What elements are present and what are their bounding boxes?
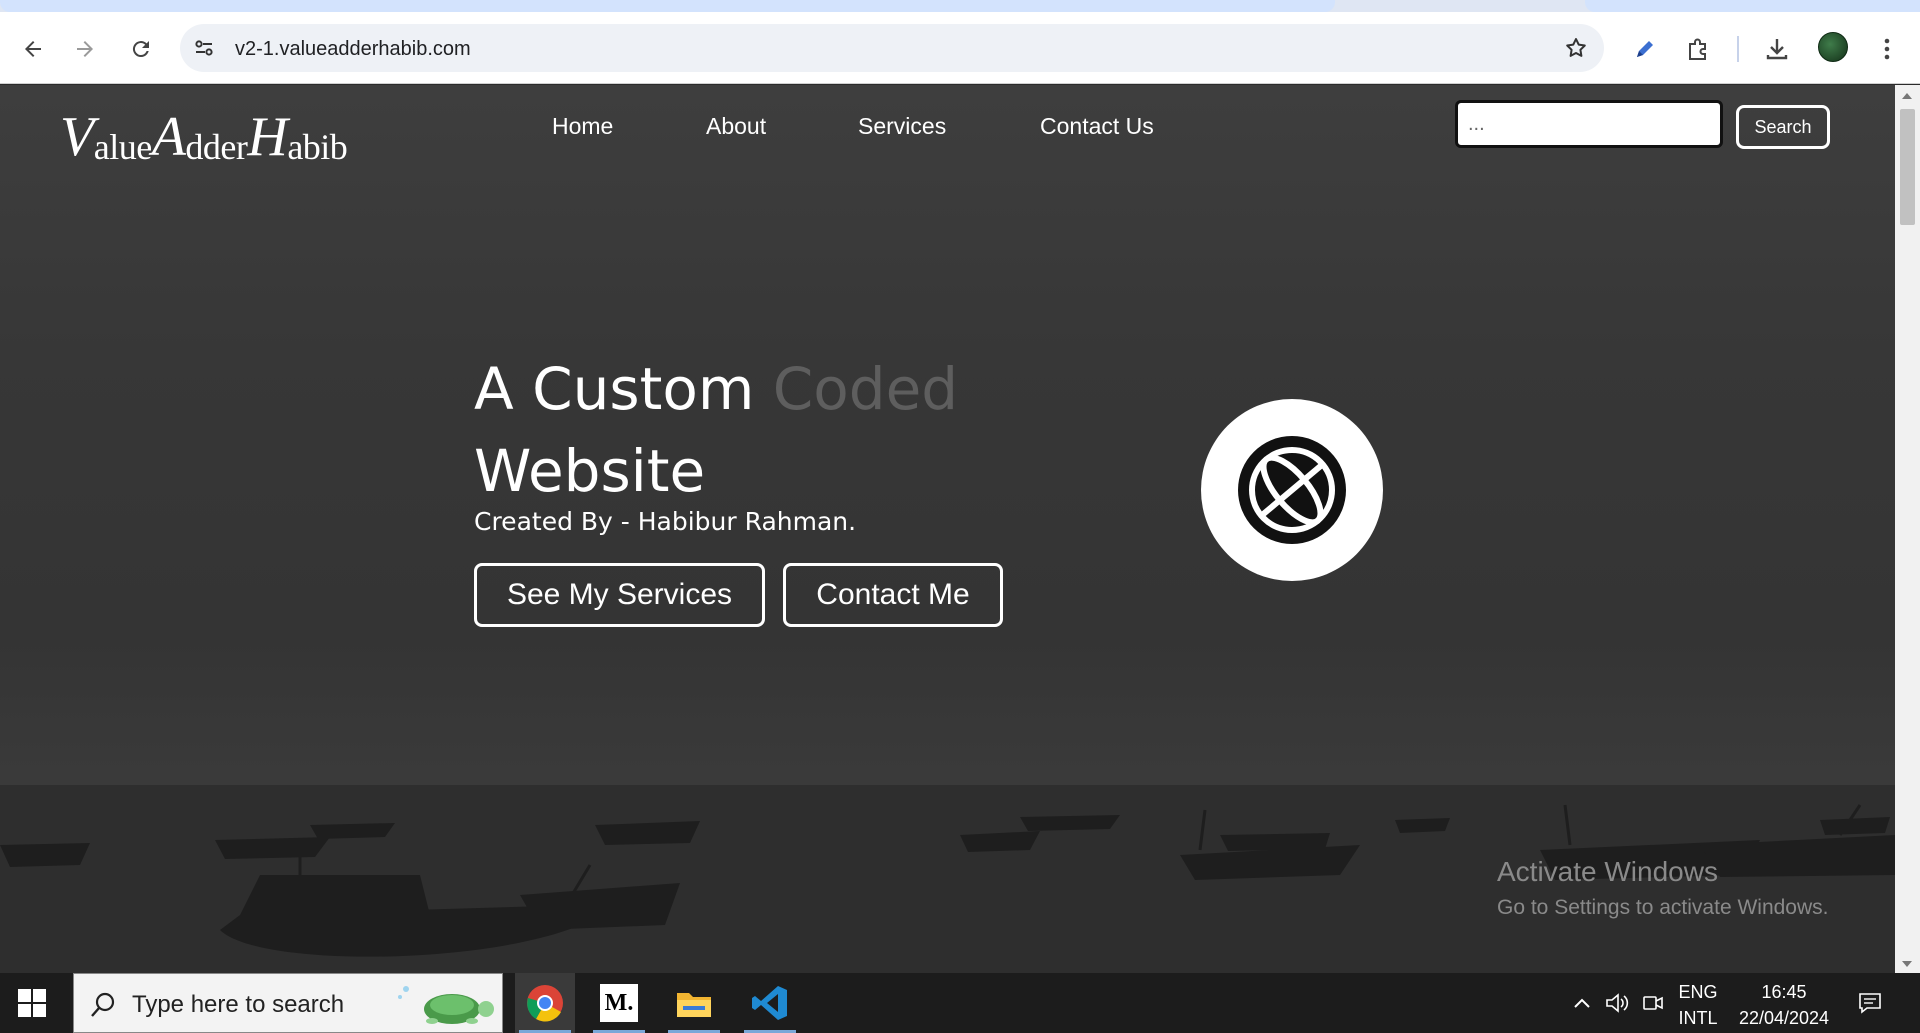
- hero-subtitle: Created By - Habibur Rahman.: [474, 507, 857, 536]
- scroll-down-arrow[interactable]: [1902, 961, 1912, 967]
- web-page: V alue A dder H abib Home About Services…: [0, 85, 1895, 973]
- logo-text: dder: [185, 127, 248, 167]
- logo-text: abib: [287, 127, 348, 167]
- logo-text: alue: [93, 127, 152, 167]
- logo-letter: H: [247, 106, 288, 168]
- input-language[interactable]: ENG INTL: [1670, 979, 1726, 1031]
- see-services-button[interactable]: See My Services: [474, 563, 765, 627]
- hero-title-bright: A Custom: [474, 355, 755, 423]
- hero-title-typing: Coded: [772, 355, 959, 423]
- clock-time: 16:45: [1761, 982, 1807, 1002]
- clock-date: 22/04/2024: [1738, 1008, 1830, 1028]
- windows-taskbar: Type here to search M. ENG INTL 16:45 22…: [0, 973, 1920, 1033]
- background-boats-image: [0, 785, 1895, 973]
- vscode-taskbar-button[interactable]: [740, 973, 800, 1033]
- nav-services[interactable]: Services: [858, 113, 946, 140]
- keyboard-layout: INTL: [1678, 1008, 1718, 1028]
- search-input[interactable]: [1455, 100, 1723, 148]
- page-scrollbar[interactable]: [1895, 85, 1920, 973]
- nav-about[interactable]: About: [706, 113, 766, 140]
- download-icon[interactable]: [1762, 34, 1792, 64]
- active-tab[interactable]: [0, 0, 1335, 12]
- url-text[interactable]: v2-1.valueadderhabib.com: [235, 38, 471, 61]
- chrome-icon: [527, 985, 563, 1022]
- medium-taskbar-button[interactable]: M.: [589, 973, 649, 1033]
- search-icon: [91, 992, 115, 1017]
- taskbar-search-placeholder: Type here to search: [132, 991, 345, 1018]
- contact-me-button[interactable]: Contact Me: [783, 563, 1003, 627]
- notifications-icon[interactable]: [1852, 973, 1888, 1033]
- site-logo[interactable]: V alue A dder H abib: [60, 95, 348, 168]
- reload-icon[interactable]: [126, 34, 156, 64]
- nav-home[interactable]: Home: [552, 113, 613, 140]
- language-code: ENG: [1678, 982, 1718, 1002]
- vscode-icon: [752, 986, 787, 1020]
- hero-title-line2: Website: [474, 437, 706, 505]
- chrome-taskbar-button[interactable]: [515, 973, 575, 1033]
- scroll-thumb[interactable]: [1900, 109, 1915, 225]
- camera-icon[interactable]: [1638, 973, 1668, 1033]
- logo-letter: V: [60, 106, 94, 168]
- profile-avatar[interactable]: [1818, 32, 1848, 62]
- globe-badge: [1201, 399, 1383, 581]
- nav-contact-us[interactable]: Contact Us: [1040, 113, 1154, 140]
- show-hidden-icons-icon[interactable]: [1567, 973, 1597, 1033]
- pen-icon[interactable]: [1630, 34, 1660, 64]
- forward-icon[interactable]: [70, 34, 100, 64]
- file-explorer-taskbar-button[interactable]: [664, 973, 724, 1033]
- windows-start-icon[interactable]: [18, 989, 46, 1017]
- scroll-up-arrow[interactable]: [1902, 93, 1912, 99]
- file-explorer-icon: [677, 993, 711, 1017]
- tab-strip-right: [1585, 0, 1920, 12]
- browser-toolbar: v2-1.valueadderhabib.com: [0, 12, 1920, 84]
- system-clock[interactable]: 16:45 22/04/2024: [1735, 979, 1833, 1031]
- globe-icon: [1238, 436, 1346, 544]
- turtle-illustration-icon: [398, 986, 494, 1024]
- site-info-icon[interactable]: [192, 36, 216, 60]
- search-button[interactable]: Search: [1736, 105, 1830, 149]
- activate-windows-subtitle: Go to Settings to activate Windows.: [1497, 896, 1829, 919]
- extensions-icon[interactable]: [1684, 34, 1714, 64]
- toolbar-divider: [1737, 36, 1739, 62]
- tab-strip: [0, 0, 1920, 12]
- logo-letter: A: [151, 106, 186, 168]
- hero-title-line1: A Custom Coded: [474, 355, 958, 423]
- back-icon[interactable]: [18, 34, 48, 64]
- medium-icon: M.: [600, 984, 638, 1022]
- address-bar[interactable]: v2-1.valueadderhabib.com: [180, 24, 1604, 72]
- activate-windows-title: Activate Windows: [1497, 856, 1718, 887]
- menu-icon[interactable]: [1872, 34, 1902, 64]
- bookmark-star-icon[interactable]: [1562, 34, 1590, 62]
- taskbar-search-box[interactable]: Type here to search: [73, 973, 503, 1033]
- volume-icon[interactable]: [1602, 973, 1632, 1033]
